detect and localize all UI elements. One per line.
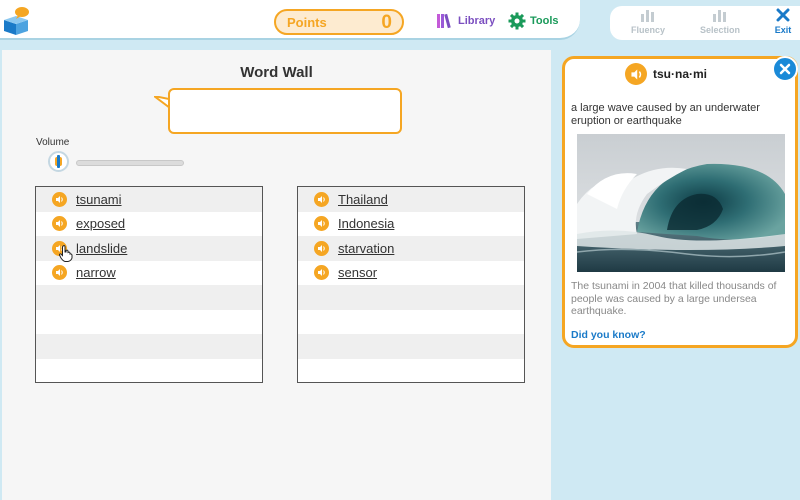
list-item[interactable]: tsunami (36, 187, 262, 212)
empty-row (36, 358, 262, 382)
bar-chart-icon (641, 10, 654, 22)
speaker-icon[interactable] (314, 265, 329, 281)
bar-chart-icon (713, 10, 726, 22)
speaker-icon[interactable] (52, 191, 67, 207)
empty-row (36, 334, 262, 359)
word-link[interactable]: landslide (76, 241, 127, 256)
selection-label: Selection (699, 25, 740, 35)
word-wall-panel: Word Wall Volume tsunami exposed landsli… (2, 50, 551, 500)
did-you-know-link[interactable]: Did you know? (571, 329, 646, 341)
volume-slider[interactable] (76, 160, 184, 166)
exit-button[interactable]: Exit (760, 8, 800, 35)
speaker-icon[interactable] (314, 216, 329, 232)
word-link[interactable]: narrow (76, 265, 116, 280)
empty-row (298, 309, 524, 334)
list-item[interactable]: exposed (36, 211, 262, 236)
library-button[interactable]: Library (436, 10, 495, 32)
gear-icon (508, 12, 526, 30)
top-toolbar: Points 0 Library Tools (0, 0, 580, 40)
word-link[interactable]: starvation (338, 241, 394, 256)
fluency-label: Fluency (630, 25, 665, 35)
word-link[interactable]: sensor (338, 265, 377, 280)
volume-icon (55, 155, 62, 168)
volume-label: Volume (36, 137, 70, 148)
empty-row (36, 309, 262, 334)
word-link[interactable]: exposed (76, 216, 125, 231)
definition-card: tsu·na·mi a large wave caused by an unde… (562, 56, 798, 348)
empty-row (298, 285, 524, 310)
word-syllables: tsu·na·mi (653, 67, 707, 81)
selection-button[interactable]: Selection (690, 8, 750, 35)
speaker-icon[interactable] (52, 265, 67, 281)
speaker-icon[interactable] (625, 63, 647, 85)
list-item[interactable]: narrow (36, 260, 262, 285)
tsunami-wave-image (577, 134, 785, 272)
points-counter: Points 0 (274, 9, 404, 35)
points-value: 0 (381, 12, 392, 33)
volume-button[interactable] (48, 151, 69, 172)
close-icon (779, 63, 791, 75)
books-icon (437, 13, 451, 29)
speaker-icon[interactable] (52, 216, 67, 232)
hand-pointer-icon (59, 245, 73, 262)
speaker-icon[interactable] (314, 191, 329, 207)
word-link[interactable]: tsunami (76, 192, 122, 207)
card-header: tsu·na·mi (625, 63, 707, 85)
book-bubble-logo[interactable] (2, 6, 30, 36)
exit-label: Exit (774, 25, 792, 35)
tools-button[interactable]: Tools (508, 10, 559, 32)
speech-bubble (168, 88, 402, 134)
empty-row (36, 285, 262, 310)
right-toolbar: Fluency Selection Exit (610, 6, 800, 40)
library-label: Library (458, 15, 496, 27)
list-item[interactable]: sensor (298, 260, 524, 285)
list-item[interactable]: starvation (298, 236, 524, 261)
word-link[interactable]: Indonesia (338, 216, 394, 231)
tools-label: Tools (530, 15, 559, 27)
points-label: Points (287, 15, 327, 30)
page-title: Word Wall (240, 64, 313, 81)
empty-row (298, 334, 524, 359)
close-icon (776, 8, 790, 22)
speaker-icon[interactable] (314, 240, 329, 256)
definition-text: a large wave caused by an underwater eru… (571, 102, 760, 127)
close-card-button[interactable] (772, 56, 798, 82)
word-link[interactable]: Thailand (338, 192, 388, 207)
empty-row (298, 358, 524, 382)
list-item[interactable]: Indonesia (298, 211, 524, 236)
word-list-right: Thailand Indonesia starvation sensor (297, 186, 525, 383)
word-list-left: tsunami exposed landslide narrow (35, 186, 263, 383)
fluency-button[interactable]: Fluency (618, 8, 678, 35)
example-sentence: The tsunami in 2004 that killed thousand… (571, 280, 777, 317)
list-item[interactable]: Thailand (298, 187, 524, 212)
